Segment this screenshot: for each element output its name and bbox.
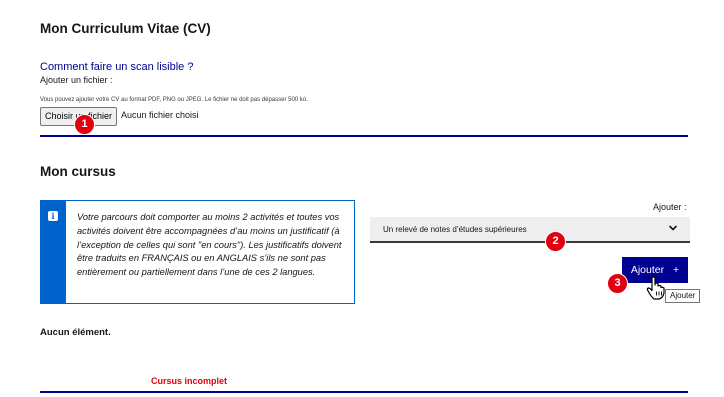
add-button-label: Ajouter (630, 264, 665, 276)
add-file-label: Ajouter un fichier : (40, 75, 113, 85)
hand-cursor-icon (646, 276, 665, 300)
cursus-status-error: Cursus incomplet (151, 376, 228, 386)
marker-badge-3: 3 (607, 273, 628, 294)
notice-text: Votre parcours doit comporter au moins 2… (77, 212, 342, 278)
empty-list-text: Aucun élément. (40, 327, 111, 338)
info-notice: i Votre parcours doit comporter au moins… (40, 200, 355, 304)
marker-badge-2: 2 (545, 231, 566, 252)
file-hint: Vous pouvez ajouter votre CV au format P… (40, 97, 308, 103)
chevron-down-icon (668, 225, 678, 231)
scan-help-link[interactable]: Comment faire un scan lisible ? (40, 61, 193, 73)
select-value: Un relevé de notes d’études supérieures (383, 225, 527, 234)
add-tooltip: Ajouter (665, 289, 701, 303)
marker-badge-1: 1 (74, 114, 95, 135)
add-label: Ajouter : (653, 202, 687, 212)
info-icon: i (48, 211, 58, 221)
section-divider-bottom (40, 391, 688, 393)
cursus-section-title: Mon cursus (40, 164, 116, 179)
file-status: Aucun fichier choisi (121, 110, 199, 120)
section-divider (40, 135, 688, 137)
cv-section-title: Mon Curriculum Vitae (CV) (40, 21, 211, 36)
plus-icon: + (673, 264, 680, 276)
document-type-select[interactable]: Un relevé de notes d’études supérieures (370, 217, 690, 243)
